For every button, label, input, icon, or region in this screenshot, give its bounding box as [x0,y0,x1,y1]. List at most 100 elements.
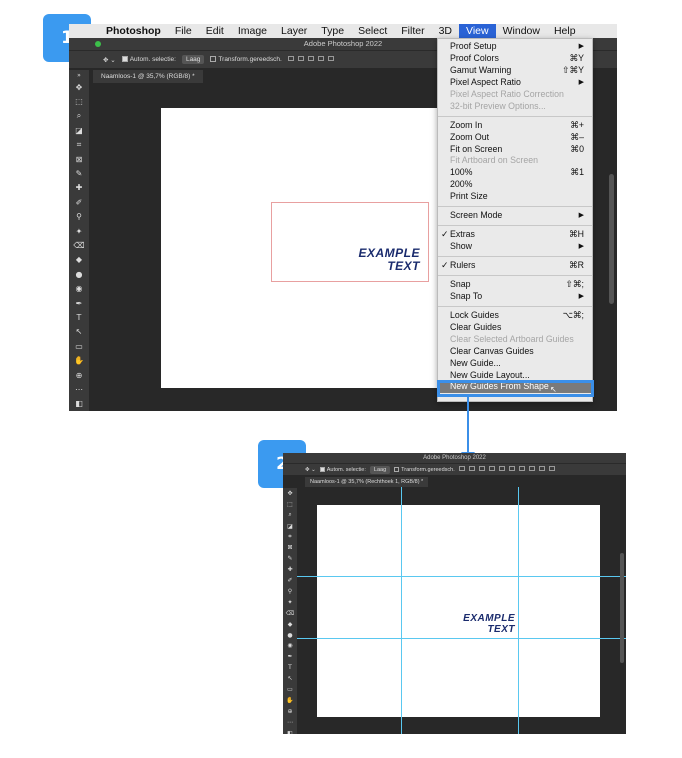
marquee-tool-icon[interactable]: ⬚ [283,499,297,510]
healing-tool-icon[interactable]: ✚ [69,181,89,195]
dodge-tool-icon[interactable]: ◉ [283,640,297,651]
blur-tool-icon[interactable]: ● [69,267,89,281]
shape-rectangle[interactable]: EXAMPLE TEXT [271,202,429,282]
menubar-item-help[interactable]: Help [547,24,583,38]
move-tool-icon[interactable]: ✥ ⌄ [305,467,316,473]
guide-horizontal[interactable] [297,638,626,639]
menu-item-new-guide[interactable]: New Guide... [438,358,592,370]
color-swatch-tool-icon[interactable]: ◧ [283,728,297,734]
crop-tool-icon[interactable]: ⌗ [283,532,297,543]
more-tool-icon[interactable]: ⋯ [283,717,297,728]
menu-item-clear-canvas-guides[interactable]: Clear Canvas Guides [438,346,592,358]
menu-item-print-size[interactable]: Print Size [438,191,592,203]
stamp-tool-icon[interactable]: ⚲ [283,586,297,597]
menu-item-pixel-aspect-ratio[interactable]: Pixel Aspect Ratio ▶ [438,77,592,89]
color-swatch-tool-icon[interactable]: ◧ [69,397,89,411]
layer-select[interactable]: Laag [369,465,391,474]
menubar-item-image[interactable]: Image [231,24,274,38]
menu-item-zoom-in[interactable]: Zoom In ⌘+ [438,120,592,132]
menu-item-rulers[interactable]: ✓ Rulers ⌘R [438,260,592,272]
history-brush-tool-icon[interactable]: ✦ [69,224,89,238]
menu-item-fit-on-screen[interactable]: Fit on Screen ⌘0 [438,144,592,156]
transform-checkbox[interactable]: Transform.gereedsch. [210,56,282,63]
menu-item-clear-guides[interactable]: Clear Guides [438,322,592,334]
hand-tool-icon[interactable]: ✋ [69,353,89,367]
scrollbar[interactable] [620,553,624,663]
menubar-item-file[interactable]: File [168,24,199,38]
type-tool-icon[interactable]: T [69,310,89,324]
menubar-item-layer[interactable]: Layer [274,24,314,38]
rectangle-tool-icon[interactable]: ▭ [69,339,89,353]
guide-horizontal[interactable] [297,576,626,577]
history-brush-tool-icon[interactable]: ✦ [283,597,297,608]
menubar-item-filter[interactable]: Filter [394,24,431,38]
blur-tool-icon[interactable]: ● [283,630,297,641]
frame-tool-icon[interactable]: ⊠ [69,152,89,166]
menu-item-lock-guides[interactable]: Lock Guides ⌥⌘; [438,310,592,322]
transform-checkbox[interactable]: Transform.gereedsch. [394,467,455,473]
menubar-item-type[interactable]: Type [314,24,351,38]
path-select-tool-icon[interactable]: ↖ [283,673,297,684]
pen-tool-icon[interactable]: ✒ [283,651,297,662]
path-select-tool-icon[interactable]: ↖ [69,325,89,339]
move-tool-icon[interactable]: ✥ ⌄ [103,56,116,64]
align-icons[interactable] [458,466,559,473]
brush-tool-icon[interactable]: ✐ [69,195,89,209]
menu-item-100[interactable]: 100% ⌘1 [438,167,592,179]
healing-tool-icon[interactable]: ✚ [283,564,297,575]
layer-select[interactable]: Laag [181,55,205,64]
dodge-tool-icon[interactable]: ◉ [69,281,89,295]
marquee-tool-icon[interactable]: ⬚ [69,94,89,108]
menu-item-snap[interactable]: Snap ⇧⌘; [438,279,592,291]
menu-item-screen-mode[interactable]: Screen Mode ▶ [438,210,592,222]
zoom-tool-icon[interactable]: ⊕ [69,368,89,382]
window-zoom-button[interactable] [95,41,101,47]
canvas[interactable]: EXAMPLE TEXT [297,487,626,734]
menubar-item-edit[interactable]: Edit [199,24,231,38]
document-tab[interactable]: Naamloos-1 @ 35,7% (Rechthoek 1, RGB/8) … [305,477,429,487]
zoom-tool-icon[interactable]: ⊕ [283,706,297,717]
eraser-tool-icon[interactable]: ⌫ [69,238,89,252]
stamp-tool-icon[interactable]: ⚲ [69,210,89,224]
guide-vertical[interactable] [401,487,402,734]
move-tool-icon[interactable]: ✥ [69,80,89,94]
lasso-tool-icon[interactable]: ⌕ [69,109,89,123]
type-tool-icon[interactable]: T [283,662,297,673]
paint-bucket-tool-icon[interactable]: ◆ [283,619,297,630]
autoselect-checkbox[interactable]: Autom. selectie: [319,467,366,473]
menubar-item-select[interactable]: Select [351,24,394,38]
more-tool-icon[interactable]: ⋯ [69,382,89,396]
menu-item-show[interactable]: Show ▶ [438,241,592,253]
hand-tool-icon[interactable]: ✋ [283,695,297,706]
pen-tool-icon[interactable]: ✒ [69,296,89,310]
menubar-item-3d[interactable]: 3D [432,24,459,38]
menu-item-proof-setup[interactable]: Proof Setup ▶ [438,41,592,53]
eyedropper-tool-icon[interactable]: ✎ [69,166,89,180]
move-tool-icon[interactable]: ✥ [283,488,297,499]
brush-tool-icon[interactable]: ✐ [283,575,297,586]
scrollbar[interactable] [609,174,614,304]
menubar-item-view[interactable]: View [459,24,496,38]
lasso-tool-icon[interactable]: ⌕ [283,510,297,521]
menu-item-zoom-out[interactable]: Zoom Out ⌘– [438,132,592,144]
document-tab[interactable]: Naamloos-1 @ 35,7% (RGB/8) * [93,70,203,83]
menu-item-gamut-warning[interactable]: Gamut Warning ⇧⌘Y [438,65,592,77]
menu-item-proof-colors[interactable]: Proof Colors ⌘Y [438,53,592,65]
eraser-tool-icon[interactable]: ⌫ [283,608,297,619]
crop-tool-icon[interactable]: ⌗ [69,138,89,152]
menubar-item-window[interactable]: Window [496,24,547,38]
align-icons[interactable] [287,56,338,63]
collapse-icon[interactable]: » [69,70,89,80]
menu-item-200[interactable]: 200% [438,179,592,191]
eyedropper-tool-icon[interactable]: ✎ [283,553,297,564]
object-select-tool-icon[interactable]: ◪ [283,521,297,532]
paint-bucket-tool-icon[interactable]: ◆ [69,253,89,267]
rectangle-tool-icon[interactable]: ▭ [283,684,297,695]
menu-item-extras[interactable]: ✓ Extras ⌘H [438,229,592,241]
menu-item-snap-to[interactable]: Snap To ▶ [438,291,592,303]
guide-vertical[interactable] [518,487,519,734]
autoselect-checkbox[interactable]: Autom. selectie: [121,56,176,63]
frame-tool-icon[interactable]: ⊠ [283,542,297,553]
object-select-tool-icon[interactable]: ◪ [69,123,89,137]
menubar-app-name[interactable]: Photoshop [99,24,168,38]
